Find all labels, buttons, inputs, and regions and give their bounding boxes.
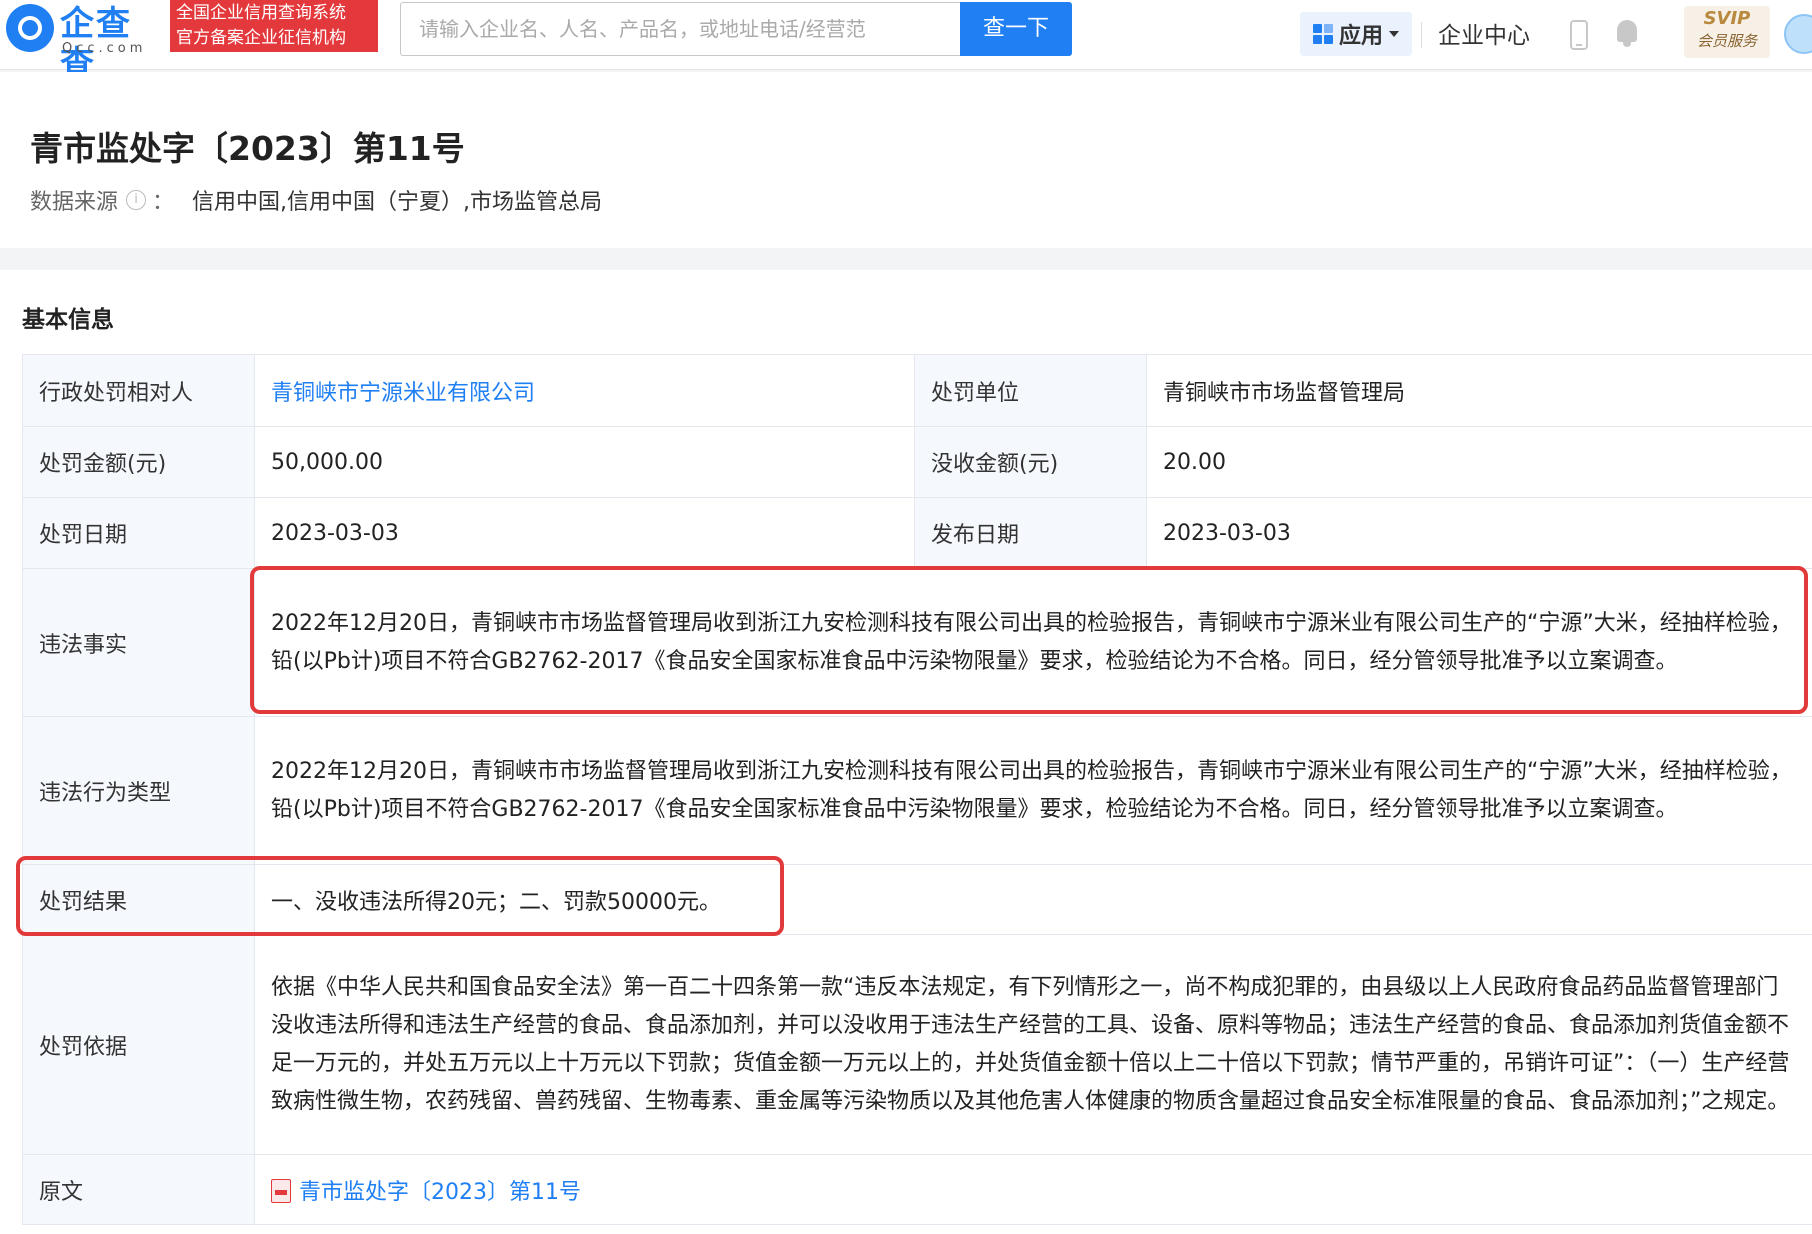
search-box	[400, 2, 960, 56]
mobile-phone-icon[interactable]	[1570, 20, 1588, 50]
table-row: 原文 青市监处字〔2023〕第11号	[22, 1154, 1812, 1225]
party-company-link[interactable]: 青铜峡市宁源米业有限公司	[271, 381, 535, 406]
table-row: 违法事实 2022年12月20日，青铜峡市市场监督管理局收到浙江九安检测科技有限…	[22, 568, 1812, 717]
party-value-cell: 青铜峡市宁源米业有限公司	[254, 354, 915, 427]
violation-facts-value: 2022年12月20日，青铜峡市市场监督管理局收到浙江九安检测科技有限公司出具的…	[254, 568, 1812, 717]
confiscation-label: 没收金额(元)	[914, 426, 1147, 498]
pdf-file-icon	[271, 1178, 291, 1203]
svip-label: SVIP	[1703, 8, 1751, 29]
apps-menu-button[interactable]: 应用	[1300, 12, 1412, 56]
penalty-result-label: 处罚结果	[22, 864, 255, 935]
basic-info-panel: 基本信息 行政处罚相对人 青铜峡市宁源米业有限公司 处罚单位 青铜峡市市场监督管…	[0, 270, 1812, 1234]
publish-date-label: 发布日期	[914, 497, 1147, 569]
qcc-logo[interactable]: 企查查 Qcc.com	[6, 4, 166, 84]
info-icon[interactable]: i	[126, 190, 147, 210]
penalty-basis-value: 依据《中华人民共和国食品安全法》第一百二十四条第一款“违反本法规定，有下列情形之…	[254, 934, 1812, 1155]
certification-badge: 全国企业信用查询系统 官方备案企业征信机构	[170, 0, 378, 52]
amount-value: 50,000.00	[254, 426, 915, 498]
header-divider	[1421, 22, 1422, 48]
table-row: 处罚依据 依据《中华人民共和国食品安全法》第一百二十四条第一款“违反本法规定，有…	[22, 934, 1812, 1155]
confiscation-value: 20.00	[1146, 426, 1812, 498]
title-panel: 青市监处字〔2023〕第11号 数据来源 i ： 信用中国,信用中国（宁夏）,市…	[0, 72, 1812, 248]
data-source-label: 数据来源	[30, 190, 119, 215]
violation-facts-label: 违法事实	[22, 568, 255, 717]
table-row: 处罚结果 一、没收违法所得20元；二、罚款50000元。	[22, 864, 1812, 935]
notification-bell-icon[interactable]	[1614, 18, 1640, 48]
unit-label: 处罚单位	[914, 354, 1147, 427]
penalty-basis-label: 处罚依据	[22, 934, 255, 1155]
search-input[interactable]	[401, 3, 960, 55]
logo-mark-icon	[6, 4, 54, 52]
table-row: 处罚日期 2023-03-03 发布日期 2023-03-03	[22, 497, 1812, 569]
table-row: 违法行为类型 2022年12月20日，青铜峡市市场监督管理局收到浙江九安检测科技…	[22, 716, 1812, 865]
original-doc-label: 原文	[22, 1154, 255, 1225]
section-title: 基本信息	[22, 307, 114, 333]
chevron-down-icon	[1389, 31, 1399, 37]
cert-line-2: 官方备案企业征信机构	[176, 28, 346, 48]
svip-membership-button[interactable]: SVIP 会员服务	[1684, 6, 1770, 58]
publish-date-value: 2023-03-03	[1146, 497, 1812, 569]
user-avatar[interactable]	[1784, 14, 1812, 54]
violation-type-value: 2022年12月20日，青铜峡市市场监督管理局收到浙江九安检测科技有限公司出具的…	[254, 716, 1812, 865]
top-navigation-bar: 企查查 Qcc.com 全国企业信用查询系统 官方备案企业征信机构 查一下 应用…	[0, 0, 1812, 84]
data-source-colon: ：	[152, 190, 175, 215]
original-doc-cell: 青市监处字〔2023〕第11号	[254, 1154, 1812, 1225]
data-source-row: 数据来源 i ： 信用中国,信用中国（宁夏）,市场监管总局	[30, 184, 602, 216]
svip-subtitle: 会员服务	[1696, 32, 1757, 50]
table-row: 行政处罚相对人 青铜峡市宁源米业有限公司 处罚单位 青铜峡市市场监督管理局	[22, 354, 1812, 427]
table-row: 处罚金额(元) 50,000.00 没收金额(元) 20.00	[22, 426, 1812, 498]
apps-grid-icon	[1312, 24, 1333, 44]
search-button[interactable]: 查一下	[960, 2, 1072, 56]
amount-label: 处罚金额(元)	[22, 426, 255, 498]
page-title: 青市监处字〔2023〕第11号	[30, 129, 465, 168]
party-label: 行政处罚相对人	[22, 354, 255, 427]
basic-info-table: 行政处罚相对人 青铜峡市宁源米业有限公司 处罚单位 青铜峡市市场监督管理局 处罚…	[22, 354, 1812, 1225]
logo-domain: Qcc.com	[62, 41, 147, 56]
enterprise-center-link[interactable]: 企业中心	[1438, 16, 1530, 50]
penalty-date-label: 处罚日期	[22, 497, 255, 569]
unit-value: 青铜峡市市场监督管理局	[1146, 354, 1812, 427]
apps-label: 应用	[1338, 24, 1383, 49]
penalty-date-value: 2023-03-03	[254, 497, 915, 569]
data-source-value: 信用中国,信用中国（宁夏）,市场监管总局	[192, 190, 603, 215]
cert-line-1: 全国企业信用查询系统	[176, 3, 346, 23]
original-doc-link[interactable]: 青市监处字〔2023〕第11号	[299, 1180, 581, 1205]
penalty-result-value: 一、没收违法所得20元；二、罚款50000元。	[254, 864, 1812, 935]
violation-type-label: 违法行为类型	[22, 716, 255, 865]
